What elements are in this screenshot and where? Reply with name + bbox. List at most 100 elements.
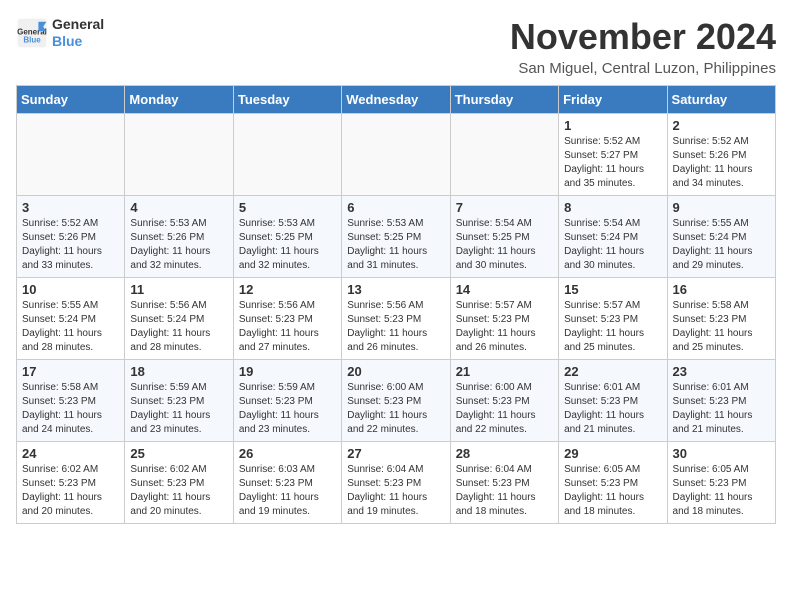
day-number: 22 xyxy=(564,364,661,379)
day-info: Sunrise: 6:05 AM Sunset: 5:23 PM Dayligh… xyxy=(564,463,661,519)
day-info: Sunrise: 6:02 AM Sunset: 5:23 PM Dayligh… xyxy=(22,463,119,519)
day-number: 17 xyxy=(22,364,119,379)
day-info: Sunrise: 6:01 AM Sunset: 5:23 PM Dayligh… xyxy=(564,381,661,437)
page-header: General Blue General Blue November 2024 … xyxy=(16,16,776,77)
day-number: 4 xyxy=(130,200,227,215)
day-number: 25 xyxy=(130,446,227,461)
day-number: 14 xyxy=(456,282,553,297)
day-cell: 14 Sunrise: 5:57 AM Sunset: 5:23 PM Dayli… xyxy=(450,278,558,360)
calendar: SundayMondayTuesdayWednesdayThursdayFrid… xyxy=(16,85,776,524)
location: San Miguel, Central Luzon, Philippines xyxy=(510,60,776,77)
day-number: 2 xyxy=(673,118,770,133)
day-cell: 7 Sunrise: 5:54 AM Sunset: 5:25 PM Daylig… xyxy=(450,196,558,278)
day-info: Sunrise: 5:55 AM Sunset: 5:24 PM Dayligh… xyxy=(22,299,119,355)
day-cell: 30Sunrise: 6:05 AM Sunset: 5:23 PM Dayli… xyxy=(667,442,775,524)
day-info: Sunrise: 6:02 AM Sunset: 5:23 PM Dayligh… xyxy=(130,463,227,519)
day-info: Sunrise: 6:00 AM Sunset: 5:23 PM Dayligh… xyxy=(456,381,553,437)
day-info: Sunrise: 5:57 AM Sunset: 5:23 PM Dayligh… xyxy=(456,299,553,355)
day-cell: 5 Sunrise: 5:53 AM Sunset: 5:25 PM Daylig… xyxy=(233,196,341,278)
weekday-header-friday: Friday xyxy=(559,86,667,114)
weekday-header-sunday: Sunday xyxy=(17,86,125,114)
day-cell: 4 Sunrise: 5:53 AM Sunset: 5:26 PM Daylig… xyxy=(125,196,233,278)
day-cell: 3 Sunrise: 5:52 AM Sunset: 5:26 PM Daylig… xyxy=(17,196,125,278)
day-cell: 6 Sunrise: 5:53 AM Sunset: 5:25 PM Daylig… xyxy=(342,196,450,278)
day-cell: 8Sunrise: 5:54 AM Sunset: 5:24 PM Daylig… xyxy=(559,196,667,278)
day-info: Sunrise: 6:04 AM Sunset: 5:23 PM Dayligh… xyxy=(456,463,553,519)
month-title: November 2024 xyxy=(510,16,776,58)
day-cell: 17 Sunrise: 5:58 AM Sunset: 5:23 PM Dayli… xyxy=(17,360,125,442)
day-number: 15 xyxy=(564,282,661,297)
day-number: 8 xyxy=(564,200,661,215)
week-row-1: 1Sunrise: 5:52 AM Sunset: 5:27 PM Daylig… xyxy=(17,114,776,196)
day-cell xyxy=(450,114,558,196)
week-row-2: 3 Sunrise: 5:52 AM Sunset: 5:26 PM Daylig… xyxy=(17,196,776,278)
day-number: 29 xyxy=(564,446,661,461)
day-number: 9 xyxy=(673,200,770,215)
day-info: Sunrise: 5:56 AM Sunset: 5:23 PM Dayligh… xyxy=(239,299,336,355)
day-info: Sunrise: 5:52 AM Sunset: 5:26 PM Dayligh… xyxy=(673,135,770,191)
day-info: Sunrise: 5:53 AM Sunset: 5:25 PM Dayligh… xyxy=(239,217,336,273)
day-number: 12 xyxy=(239,282,336,297)
day-cell: 20 Sunrise: 6:00 AM Sunset: 5:23 PM Dayli… xyxy=(342,360,450,442)
day-cell xyxy=(233,114,341,196)
day-info: Sunrise: 5:55 AM Sunset: 5:24 PM Dayligh… xyxy=(673,217,770,273)
day-number: 24 xyxy=(22,446,119,461)
day-cell: 2 Sunrise: 5:52 AM Sunset: 5:26 PM Daylig… xyxy=(667,114,775,196)
day-info: Sunrise: 5:52 AM Sunset: 5:26 PM Dayligh… xyxy=(22,217,119,273)
day-cell xyxy=(17,114,125,196)
day-cell: 26Sunrise: 6:03 AM Sunset: 5:23 PM Dayli… xyxy=(233,442,341,524)
day-info: Sunrise: 5:52 AM Sunset: 5:27 PM Dayligh… xyxy=(564,135,661,191)
day-info: Sunrise: 5:57 AM Sunset: 5:23 PM Dayligh… xyxy=(564,299,661,355)
weekday-header-monday: Monday xyxy=(125,86,233,114)
day-number: 28 xyxy=(456,446,553,461)
day-cell xyxy=(342,114,450,196)
svg-text:Blue: Blue xyxy=(23,35,41,44)
week-row-3: 10Sunrise: 5:55 AM Sunset: 5:24 PM Dayli… xyxy=(17,278,776,360)
day-info: Sunrise: 5:59 AM Sunset: 5:23 PM Dayligh… xyxy=(239,381,336,437)
day-number: 7 xyxy=(456,200,553,215)
day-number: 30 xyxy=(673,446,770,461)
day-cell: 29 Sunrise: 6:05 AM Sunset: 5:23 PM Dayli… xyxy=(559,442,667,524)
weekday-header-row: SundayMondayTuesdayWednesdayThursdayFrid… xyxy=(17,86,776,114)
logo-icon: General Blue xyxy=(16,17,48,49)
day-number: 19 xyxy=(239,364,336,379)
day-info: Sunrise: 5:53 AM Sunset: 5:25 PM Dayligh… xyxy=(347,217,444,273)
day-info: Sunrise: 5:58 AM Sunset: 5:23 PM Dayligh… xyxy=(673,299,770,355)
day-cell xyxy=(125,114,233,196)
title-block: November 2024 San Miguel, Central Luzon,… xyxy=(510,16,776,77)
weekday-header-wednesday: Wednesday xyxy=(342,86,450,114)
day-cell: 12 Sunrise: 5:56 AM Sunset: 5:23 PM Dayli… xyxy=(233,278,341,360)
logo-line1: General xyxy=(52,16,104,33)
day-info: Sunrise: 6:00 AM Sunset: 5:23 PM Dayligh… xyxy=(347,381,444,437)
day-number: 5 xyxy=(239,200,336,215)
week-row-4: 17 Sunrise: 5:58 AM Sunset: 5:23 PM Dayli… xyxy=(17,360,776,442)
weekday-header-saturday: Saturday xyxy=(667,86,775,114)
day-number: 18 xyxy=(130,364,227,379)
week-row-5: 24 Sunrise: 6:02 AM Sunset: 5:23 PM Dayli… xyxy=(17,442,776,524)
day-number: 23 xyxy=(673,364,770,379)
day-cell: 21Sunrise: 6:00 AM Sunset: 5:23 PM Dayli… xyxy=(450,360,558,442)
day-cell: 15 Sunrise: 5:57 AM Sunset: 5:23 PM Dayli… xyxy=(559,278,667,360)
day-number: 11 xyxy=(130,282,227,297)
day-cell: 18 Sunrise: 5:59 AM Sunset: 5:23 PM Dayli… xyxy=(125,360,233,442)
day-info: Sunrise: 5:53 AM Sunset: 5:26 PM Dayligh… xyxy=(130,217,227,273)
day-number: 27 xyxy=(347,446,444,461)
day-number: 3 xyxy=(22,200,119,215)
day-info: Sunrise: 5:58 AM Sunset: 5:23 PM Dayligh… xyxy=(22,381,119,437)
day-info: Sunrise: 5:54 AM Sunset: 5:25 PM Dayligh… xyxy=(456,217,553,273)
logo: General Blue General Blue xyxy=(16,16,104,50)
day-info: Sunrise: 6:04 AM Sunset: 5:23 PM Dayligh… xyxy=(347,463,444,519)
day-info: Sunrise: 5:56 AM Sunset: 5:24 PM Dayligh… xyxy=(130,299,227,355)
day-cell: 23 Sunrise: 6:01 AM Sunset: 5:23 PM Dayli… xyxy=(667,360,775,442)
day-info: Sunrise: 5:59 AM Sunset: 5:23 PM Dayligh… xyxy=(130,381,227,437)
day-cell: 1Sunrise: 5:52 AM Sunset: 5:27 PM Daylig… xyxy=(559,114,667,196)
weekday-header-thursday: Thursday xyxy=(450,86,558,114)
day-cell: 24 Sunrise: 6:02 AM Sunset: 5:23 PM Dayli… xyxy=(17,442,125,524)
day-info: Sunrise: 6:01 AM Sunset: 5:23 PM Dayligh… xyxy=(673,381,770,437)
day-cell: 11 Sunrise: 5:56 AM Sunset: 5:24 PM Dayli… xyxy=(125,278,233,360)
day-number: 20 xyxy=(347,364,444,379)
day-cell: 9 Sunrise: 5:55 AM Sunset: 5:24 PM Daylig… xyxy=(667,196,775,278)
day-cell: 10Sunrise: 5:55 AM Sunset: 5:24 PM Dayli… xyxy=(17,278,125,360)
day-number: 6 xyxy=(347,200,444,215)
weekday-header-tuesday: Tuesday xyxy=(233,86,341,114)
